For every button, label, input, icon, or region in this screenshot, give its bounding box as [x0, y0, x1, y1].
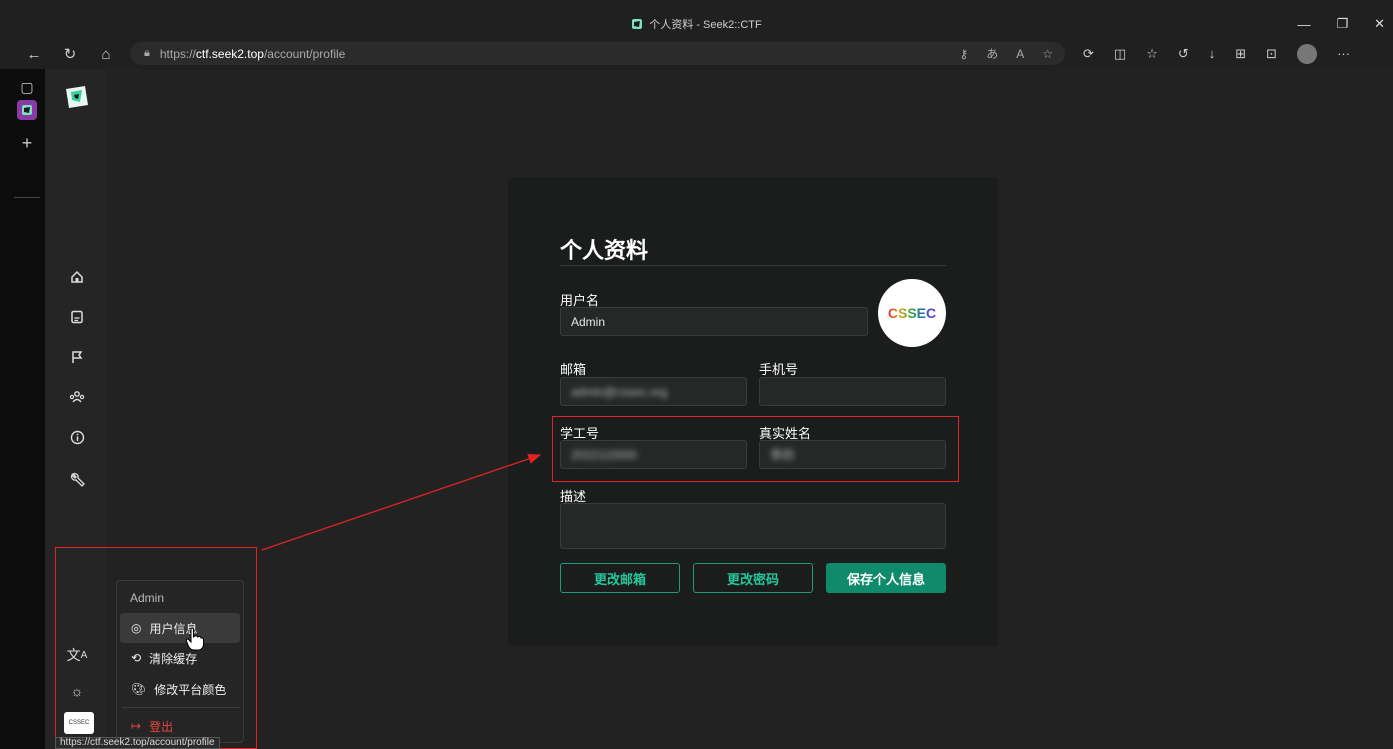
menu-item-label: 清除缓存	[149, 651, 198, 666]
email-field[interactable]: admin@cssec.org	[560, 377, 747, 406]
home-icon[interactable]	[67, 267, 87, 287]
annotation-box-id-name	[552, 416, 959, 482]
split-screen-icon[interactable]: ◫	[1114, 46, 1126, 62]
avatar[interactable]: CSSEC	[878, 279, 946, 347]
hand-cursor-icon	[185, 627, 204, 651]
tab-divider	[14, 197, 40, 198]
menu-item-clear-cache[interactable]: ⟲ 清除缓存	[120, 643, 240, 673]
profile-avatar-icon[interactable]	[1297, 43, 1318, 64]
description-field[interactable]	[560, 503, 946, 549]
email-value: admin@cssec.org	[571, 384, 668, 399]
page-title: 个人资料	[560, 238, 649, 263]
more-icon[interactable]: ···	[1337, 46, 1350, 61]
os-titlebar	[0, 0, 1393, 10]
collections-icon[interactable]: ⊞	[1235, 46, 1246, 62]
favorite-star-icon[interactable]: ☆	[1042, 47, 1053, 61]
user-circle-icon: ◎	[131, 621, 142, 635]
restore-icon[interactable]: ❐	[1336, 16, 1348, 32]
url-field[interactable]: 🔒︎ https://ctf.seek2.top/account/profile…	[130, 42, 1065, 65]
change-email-button[interactable]: 更改邮箱	[560, 563, 680, 593]
new-tab-icon[interactable]: +	[17, 133, 37, 153]
back-icon[interactable]: ←	[22, 42, 46, 66]
close-icon[interactable]: ✕	[1374, 16, 1385, 32]
site-favicon-icon	[22, 105, 32, 115]
logout-icon: ↦	[131, 719, 142, 733]
status-bar-url: https://ctf.seek2.top/account/profile	[55, 737, 220, 749]
palette-icon: 🎨︎	[131, 682, 147, 696]
profile-card: 个人资料 用户名 Admin CSSEC 邮箱 admin@cssec.org …	[508, 177, 998, 646]
favorites-icon[interactable]: ☆	[1146, 46, 1158, 62]
url-prefix: https://	[159, 46, 196, 61]
phone-label: 手机号	[759, 362, 799, 377]
url-host: ctf.seek2.top	[195, 46, 264, 61]
title-divider	[560, 265, 946, 266]
tab-actions-icon[interactable]: ▢	[17, 77, 37, 97]
menu-item-label: 修改平台颜色	[154, 682, 227, 697]
menu-item-label: 登出	[149, 719, 174, 734]
minimize-icon[interactable]: —	[1297, 17, 1310, 32]
username-field[interactable]: Admin	[560, 307, 868, 336]
url-path: /account/profile	[263, 46, 346, 61]
phone-field[interactable]	[759, 377, 946, 406]
refresh-icon: ⟲	[131, 651, 142, 665]
home-icon[interactable]: ⌂	[94, 42, 118, 66]
wrench-icon[interactable]	[67, 469, 87, 489]
vertical-tabs: ▢ +	[0, 69, 45, 749]
menu-item-change-color[interactable]: 🎨︎ 修改平台颜色	[120, 674, 240, 704]
menu-item-user-info[interactable]: ◎ 用户信息	[120, 613, 240, 643]
change-password-button[interactable]: 更改密码	[693, 563, 813, 593]
screenshot-icon[interactable]: ⊡	[1266, 46, 1277, 62]
team-icon[interactable]	[67, 387, 87, 407]
document-icon[interactable]	[67, 307, 87, 327]
flag-icon[interactable]	[67, 347, 87, 367]
avatar-text: CSSEC	[887, 305, 937, 321]
refresh-icon[interactable]: ↻	[58, 42, 82, 66]
app-logo-icon[interactable]	[63, 83, 91, 111]
info-icon[interactable]	[67, 427, 87, 447]
user-dropdown-menu: Admin ◎ 用户信息 ⟲ 清除缓存 🎨︎ 修改平台颜色 ↦ 登出	[116, 580, 244, 743]
save-profile-button[interactable]: 保存个人信息	[826, 563, 946, 593]
email-label: 邮箱	[560, 362, 587, 377]
tab-seek2-ctf[interactable]	[17, 100, 37, 120]
lock-icon: 🔒︎	[144, 47, 150, 59]
key-icon[interactable]: ⚷	[959, 47, 968, 61]
window-title-bar: 个人资料 - Seek2::CTF — ❐ ✕	[0, 10, 1393, 38]
site-favicon-icon	[632, 19, 643, 29]
menu-divider	[122, 707, 240, 708]
read-aloud-icon[interactable]: A	[1016, 47, 1024, 61]
history-icon[interactable]: ↺	[1178, 46, 1189, 62]
extensions-icon[interactable]: ⟳	[1083, 46, 1094, 62]
address-bar-row: ← ↻ ⌂ 🔒︎ https://ctf.seek2.top/account/p…	[0, 38, 1393, 69]
menu-username: Admin	[130, 591, 165, 605]
translate-icon[interactable]: あ	[986, 45, 998, 62]
window-title: 个人资料 - Seek2::CTF	[649, 19, 762, 31]
download-icon[interactable]: ↓	[1209, 46, 1216, 61]
